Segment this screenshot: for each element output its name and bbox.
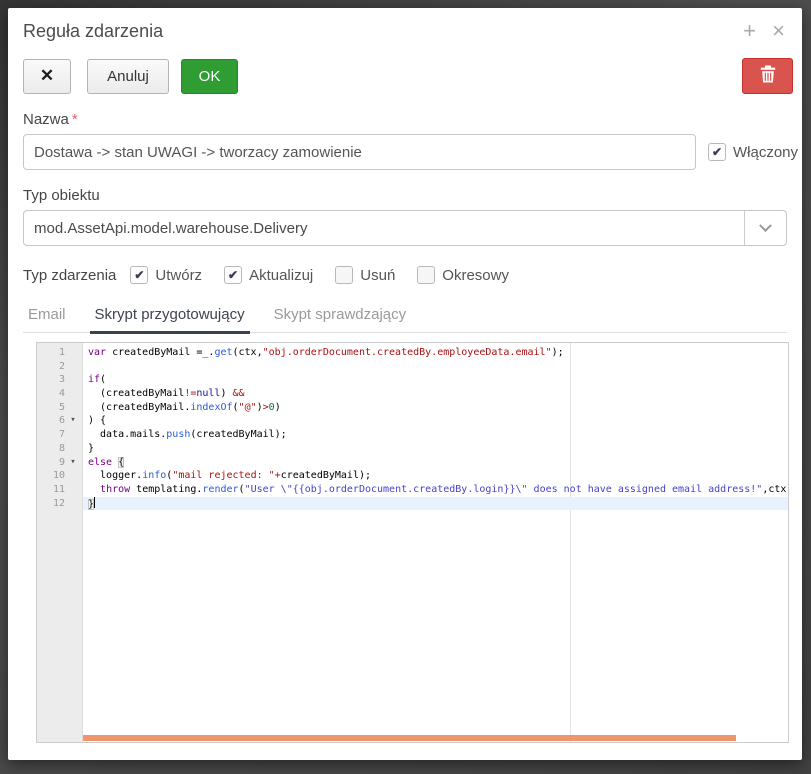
line-number: 4 [37, 387, 65, 401]
gutter-row: 1 [37, 346, 82, 360]
gutter-row: 9▾ [37, 456, 82, 470]
checkbox-label: Aktualizuj [249, 267, 313, 284]
fold-gutter-spacer [65, 360, 81, 374]
page-backdrop: { "dialog": { "title": "Reguła zdarzenia… [0, 0, 811, 774]
checkbox[interactable]: ✔ [224, 266, 242, 284]
line-number: 6 [37, 414, 65, 428]
fold-gutter-spacer [65, 442, 81, 456]
code-line-1[interactable]: var createdByMail =_.get(ctx,"obj.orderD… [88, 346, 788, 360]
editor-code-area[interactable]: var createdByMail =_.get(ctx,"obj.orderD… [83, 343, 788, 742]
tab-email[interactable]: Email [23, 300, 71, 334]
line-number: 11 [37, 483, 65, 497]
editor-gutter: 123456▾789▾101112 [37, 343, 83, 742]
line-number: 1 [37, 346, 65, 360]
line-number: 12 [37, 497, 65, 511]
tab-skrypt-przygotowujacy[interactable]: Skrypt przygotowujący [90, 300, 250, 334]
delete-button[interactable] [742, 58, 793, 94]
event-type-option-usun[interactable]: Usuń [335, 266, 395, 284]
gutter-row: 2 [37, 360, 82, 374]
fold-gutter-spacer [65, 346, 81, 360]
checkbox-label: Usuń [360, 267, 395, 284]
event-type-row: Typ zdarzenia ✔ Utwórz ✔ Aktualizuj Usuń Okre… [23, 266, 787, 284]
fold-arrow-icon[interactable]: ▾ [65, 456, 81, 470]
close-button[interactable]: ✕ [23, 59, 71, 94]
code-line-3[interactable]: if( [88, 373, 788, 387]
fold-gutter-spacer [65, 401, 81, 415]
gutter-row: 4 [37, 387, 82, 401]
event-type-option-okresowy[interactable]: Okresowy [417, 266, 509, 284]
checkbox-label: Utwórz [155, 267, 202, 284]
code-line-4[interactable]: (createdByMail!=null) && [88, 387, 788, 401]
tab-skypt-sprawdzajacy[interactable]: Skypt sprawdzający [269, 300, 412, 334]
close-icon[interactable]: × [772, 18, 785, 44]
enabled-checkbox-group[interactable]: ✔ Włączony [708, 143, 798, 161]
line-number: 5 [37, 401, 65, 415]
gutter-row: 8 [37, 442, 82, 456]
enabled-checkbox[interactable]: ✔ [708, 143, 726, 161]
fold-arrow-icon[interactable]: ▾ [65, 414, 81, 428]
chevron-down-icon [759, 219, 772, 232]
enabled-checkbox-label: Włączony [733, 144, 798, 161]
fold-gutter-spacer [65, 469, 81, 483]
object-type-label: Typ obiektu [23, 187, 787, 204]
code-line-10[interactable]: logger.info("mail rejected: "+createdByM… [88, 469, 788, 483]
horizontal-scrollbar-thumb[interactable] [83, 735, 736, 741]
code-line-12[interactable]: } [83, 497, 788, 511]
gutter-row: 10 [37, 469, 82, 483]
ok-button[interactable]: OK [181, 59, 238, 94]
name-input[interactable] [23, 134, 696, 170]
checkbox-label: Okresowy [442, 267, 509, 284]
name-field-label: Nazwa* [23, 111, 787, 128]
code-line-6[interactable]: ) { [88, 414, 788, 428]
code-line-2[interactable] [88, 360, 788, 374]
tab-bar: Email Skrypt przygotowujący Skypt sprawdza… [23, 300, 787, 333]
trash-icon [760, 65, 776, 87]
fold-gutter-spacer [65, 497, 81, 511]
cancel-button[interactable]: Anuluj [87, 59, 169, 94]
gutter-row: 5 [37, 401, 82, 415]
dialog-header: Reguła zdarzenia + × [23, 16, 787, 52]
line-number: 10 [37, 469, 65, 483]
code-line-8[interactable]: } [88, 442, 788, 456]
toolbar: ✕ Anuluj OK [23, 58, 787, 94]
line-number: 7 [37, 428, 65, 442]
object-type-selected-value: mod.AssetApi.model.warehouse.Delivery [24, 211, 744, 245]
event-type-option-aktualizuj[interactable]: ✔ Aktualizuj [224, 266, 313, 284]
event-type-options: ✔ Utwórz ✔ Aktualizuj Usuń Okresowy [130, 266, 531, 284]
code-line-7[interactable]: data.mails.push(createdByMail); [88, 428, 788, 442]
gutter-row: 11 [37, 483, 82, 497]
gutter-row: 6▾ [37, 414, 82, 428]
line-number: 2 [37, 360, 65, 374]
gutter-row: 3 [37, 373, 82, 387]
line-number: 9 [37, 456, 65, 470]
script-code-editor[interactable]: 123456▾789▾101112 var createdByMail =_.g… [36, 342, 789, 743]
gutter-row: 12 [37, 497, 82, 511]
checkbox[interactable]: ✔ [130, 266, 148, 284]
dialog-title: Reguła zdarzenia [23, 16, 787, 42]
maximize-icon[interactable]: + [743, 18, 756, 44]
fold-gutter-spacer [65, 387, 81, 401]
text-cursor [94, 497, 95, 508]
fold-gutter-spacer [65, 428, 81, 442]
event-type-label: Typ zdarzenia [23, 267, 116, 284]
code-line-11[interactable]: throw templating.render("User \"{{obj.or… [88, 483, 788, 497]
fold-gutter-spacer [65, 483, 81, 497]
select-caret-zone[interactable] [744, 211, 786, 245]
line-number: 3 [37, 373, 65, 387]
name-row: ✔ Włączony [23, 134, 787, 170]
required-asterisk: * [72, 111, 78, 128]
event-type-option-utworz[interactable]: ✔ Utwórz [130, 266, 202, 284]
gutter-row: 7 [37, 428, 82, 442]
code-line-5[interactable]: (createdByMail.indexOf("@")>0) [88, 401, 788, 415]
code-line-9[interactable]: else { [88, 456, 788, 470]
line-number: 8 [37, 442, 65, 456]
fold-gutter-spacer [65, 373, 81, 387]
checkbox[interactable] [335, 266, 353, 284]
object-type-select[interactable]: mod.AssetApi.model.warehouse.Delivery [23, 210, 787, 246]
checkbox[interactable] [417, 266, 435, 284]
event-rule-dialog: Reguła zdarzenia + × ✕ Anuluj OK Nazwa* [8, 8, 802, 760]
